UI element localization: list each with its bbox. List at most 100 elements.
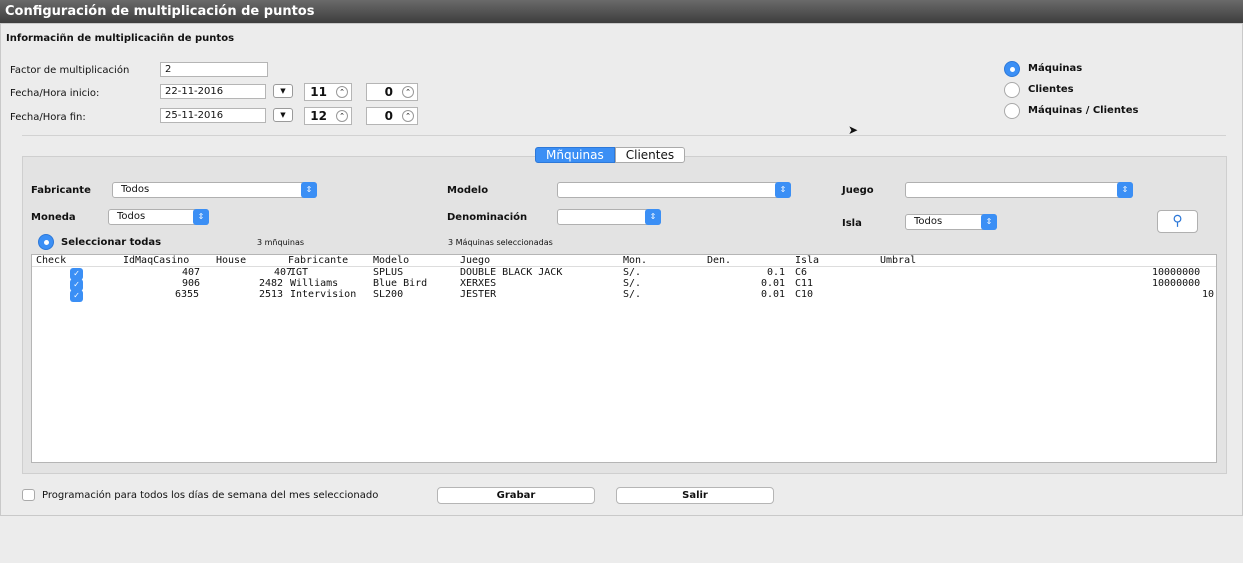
- select-all-radio[interactable]: [38, 234, 54, 250]
- selected-count: 3 Máquinas seleccionadas: [448, 238, 553, 247]
- inicio-hour-value: 11: [310, 85, 327, 99]
- col-isla[interactable]: Isla: [795, 255, 819, 266]
- program-all-days-label: Programación para todos los días de sema…: [42, 490, 379, 501]
- juego-label: Juego: [842, 185, 874, 196]
- exit-button[interactable]: Salir: [616, 487, 774, 504]
- col-umbral[interactable]: Umbral: [880, 255, 916, 266]
- radio-maquinas-label: Máquinas: [1028, 63, 1083, 74]
- search-icon: ⚲: [1172, 213, 1183, 229]
- section-title: Informaciñn de multiplicaciñn de puntos: [6, 33, 235, 44]
- cell-modelo: SPLUS: [373, 267, 404, 278]
- fin-min-value: 0: [384, 109, 393, 123]
- juego-select[interactable]: ⇕: [905, 182, 1133, 198]
- cell-idmaq: 407: [182, 267, 201, 278]
- fabricante-label: Fabricante: [31, 185, 91, 196]
- denominacion-label: Denominación: [447, 212, 528, 223]
- col-idmaq[interactable]: IdMaqCasino: [123, 255, 189, 266]
- fin-label: Fecha/Hora fin:: [10, 112, 86, 123]
- moneda-select[interactable]: Todos ⇕: [108, 209, 209, 225]
- cell-fabricante: Intervision: [290, 289, 357, 300]
- cell-idmaq: 906: [182, 278, 201, 289]
- chevron-updown-icon[interactable]: ⇕: [775, 182, 791, 198]
- save-button[interactable]: Grabar: [437, 487, 595, 504]
- cell-mon: S/.: [623, 289, 642, 300]
- cell-juego: DOUBLE BLACK JACK: [460, 267, 563, 278]
- isla-select[interactable]: Todos ⇕: [905, 214, 997, 230]
- cell-isla: C11: [795, 278, 814, 289]
- tab-maquinas[interactable]: Mñquinas: [535, 147, 615, 163]
- cell-fabricante: IGT: [290, 267, 309, 278]
- cell-umbral: 10000000: [1152, 267, 1201, 278]
- moneda-value: Todos: [117, 211, 146, 222]
- denominacion-select[interactable]: ⇕: [557, 209, 661, 225]
- stepper-icon[interactable]: ⌃: [402, 86, 414, 98]
- chevron-updown-icon[interactable]: ⇕: [301, 182, 317, 198]
- radio-maquinas-clientes[interactable]: [1004, 103, 1020, 119]
- cell-den: 0.1: [767, 267, 786, 278]
- row-checkbox[interactable]: ✓: [70, 290, 83, 302]
- tab-clientes[interactable]: Clientes: [614, 147, 686, 163]
- program-all-days-checkbox[interactable]: [22, 489, 35, 501]
- cell-juego: JESTER: [460, 289, 497, 300]
- search-button[interactable]: ⚲: [1157, 210, 1198, 233]
- cell-mon: S/.: [623, 278, 642, 289]
- cell-isla: C10: [795, 289, 814, 300]
- separator: [22, 135, 1226, 136]
- select-all-label: Seleccionar todas: [61, 237, 162, 248]
- cell-umbral: 10000000: [1152, 278, 1201, 289]
- fin-date-field[interactable]: 25-11-2016: [160, 108, 266, 123]
- inicio-min-stepper[interactable]: 0 ⌃: [366, 83, 418, 101]
- fin-hour-stepper[interactable]: 12 ⌃: [304, 107, 352, 125]
- col-mon[interactable]: Mon.: [623, 255, 647, 266]
- cell-house: 2513: [259, 289, 284, 300]
- cell-house: 2482: [259, 278, 284, 289]
- chevron-updown-icon[interactable]: ⇕: [645, 209, 661, 225]
- stepper-icon[interactable]: ⌃: [336, 110, 348, 122]
- machine-count: 3 mñquinas: [257, 238, 305, 247]
- col-den[interactable]: Den.: [707, 255, 731, 266]
- factor-label: Factor de multiplicación: [10, 65, 130, 76]
- fabricante-value: Todos: [121, 184, 150, 195]
- radio-clientes-label: Clientes: [1028, 84, 1074, 95]
- stepper-icon[interactable]: ⌃: [402, 110, 414, 122]
- cell-modelo: Blue Bird: [373, 278, 428, 289]
- cell-mon: S/.: [623, 267, 642, 278]
- modelo-label: Modelo: [447, 185, 489, 196]
- inicio-date-dropdown[interactable]: ▼: [273, 84, 293, 98]
- inicio-min-value: 0: [384, 85, 393, 99]
- cell-juego: XERXES: [460, 278, 497, 289]
- machines-table[interactable]: Check IdMaqCasino House Fabricante Model…: [31, 254, 1217, 463]
- tab-bar: Mñquinas Clientes: [535, 147, 686, 163]
- isla-value: Todos: [914, 216, 943, 227]
- cell-isla: C6: [795, 267, 808, 278]
- cell-idmaq: 6355: [175, 289, 200, 300]
- col-check[interactable]: Check: [36, 255, 66, 266]
- radio-maquinas-clientes-label: Máquinas / Clientes: [1028, 105, 1139, 116]
- col-house[interactable]: House: [216, 255, 246, 266]
- stepper-icon[interactable]: ⌃: [336, 86, 348, 98]
- fin-hour-value: 12: [310, 109, 327, 123]
- cell-fabricante: Williams: [290, 278, 339, 289]
- radio-clientes[interactable]: [1004, 82, 1020, 98]
- cell-den: 0.01: [761, 278, 786, 289]
- chevron-updown-icon[interactable]: ⇕: [193, 209, 209, 225]
- col-modelo[interactable]: Modelo: [373, 255, 409, 266]
- fabricante-select[interactable]: Todos ⇕: [112, 182, 317, 198]
- chevron-updown-icon[interactable]: ⇕: [981, 214, 997, 230]
- fin-min-stepper[interactable]: 0 ⌃: [366, 107, 418, 125]
- window-title: Configuración de multiplicación de punto…: [0, 0, 1243, 23]
- cell-modelo: SL200: [373, 289, 404, 300]
- radio-maquinas[interactable]: [1004, 61, 1020, 77]
- inicio-hour-stepper[interactable]: 11 ⌃: [304, 83, 352, 101]
- inicio-label: Fecha/Hora inicio:: [10, 88, 100, 99]
- inicio-date-field[interactable]: 22-11-2016: [160, 84, 266, 99]
- factor-input[interactable]: 2: [160, 62, 268, 77]
- fin-date-dropdown[interactable]: ▼: [273, 108, 293, 122]
- col-fabricante[interactable]: Fabricante: [288, 255, 348, 266]
- modelo-select[interactable]: ⇕: [557, 182, 791, 198]
- chevron-updown-icon[interactable]: ⇕: [1117, 182, 1133, 198]
- col-juego[interactable]: Juego: [460, 255, 490, 266]
- moneda-label: Moneda: [31, 212, 76, 223]
- cell-den: 0.01: [761, 289, 786, 300]
- cell-umbral: 10: [1202, 289, 1215, 300]
